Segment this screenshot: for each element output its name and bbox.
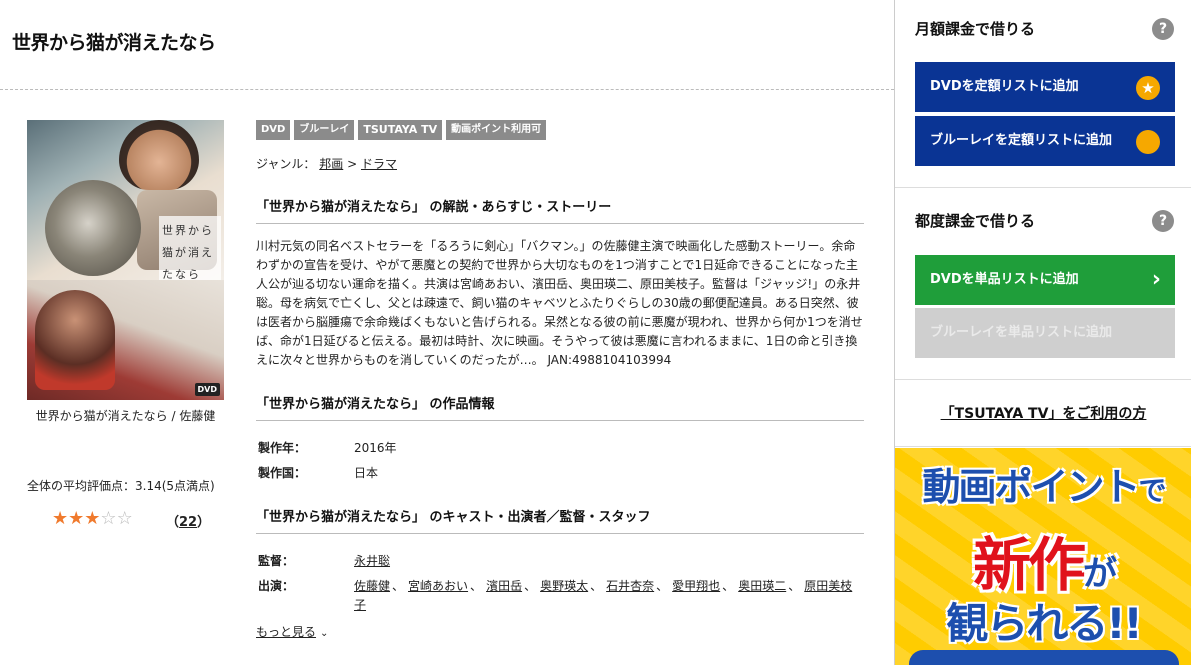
cast-member-link[interactable]: 奥野瑛太 [540,579,588,593]
cover-caption-text: 世界から 猫が消え たなら [159,216,221,290]
cast-member-link[interactable]: 愛甲翔也 [672,579,720,593]
sidebar-divider [895,446,1191,447]
star-filled-icon: ★ [84,508,101,529]
help-icon[interactable]: ? [1152,18,1174,40]
story-heading: 「世界から猫が消えたなら」 の解説・あらすじ・ストーリー [256,196,864,224]
cast-member-link[interactable]: 奥田瑛二 [738,579,786,593]
cover-cat [45,180,141,276]
help-icon[interactable]: ? [1152,210,1174,232]
average-rating-text: 全体の平均評価点：3.14(5点満点) [27,479,215,493]
info-heading: 「世界から猫が消えたなら」 の作品情報 [256,393,864,421]
director-label: 監督： [258,554,295,568]
star-empty-icon: ☆ [100,508,117,529]
banner-date-pill [909,650,1179,665]
video-points-banner[interactable]: 動画ポイントで 新作が 観られる!! [895,448,1191,665]
add-bluray-monthly-button[interactable]: ブルーレイを定額リストに追加 [915,116,1175,166]
page-title: 世界から猫が消えたなら [12,32,216,54]
rental-sidebar: 月額課金で借りる ? DVDを定額リストに追加 ★ ブルーレイを定額リストに追加… [894,0,1191,665]
chevron-right-icon: › [1151,267,1161,292]
cast-separator: 、 [524,579,537,593]
cast-member-link[interactable]: 宮崎あおい [408,579,468,593]
cast-separator: 、 [392,579,405,593]
sidebar-divider [895,187,1191,188]
story-text: 川村元気の同名ベストセラーを「るろうに剣心」「バクマン。」の佐藤健主演で映画化し… [256,239,863,367]
cast-separator: 、 [470,579,483,593]
badge-tsutaya-tv: TSUTAYA TV [358,120,443,140]
banner-line3: 観られる!! [946,599,1142,648]
add-dvd-single-button[interactable]: DVDを単品リストに追加 › [915,255,1175,305]
single-rental-heading: 都度課金で借りる [915,212,1036,230]
cast-label: 出演： [258,579,295,593]
title-divider [0,89,894,90]
format-badges: DVD ブルーレイ TSUTAYA TV 動画ポイント利用可 [256,120,547,140]
country-label: 製作国： [258,466,307,480]
cast-list: 佐藤健、宮崎あおい、濱田岳、奥野瑛太、石井杏奈、愛甲翔也、奥田瑛二、原田美枝子 [354,577,864,615]
main-content: 世界から猫が消えたなら 世界から 猫が消え たなら DVD 世界から猫が消えたな… [0,0,894,665]
genre-link-hogaku[interactable]: 邦画 [319,157,343,171]
cast-separator: 、 [788,579,801,593]
sidebar-divider [895,379,1191,380]
cast-member-link[interactable]: 石井杏奈 [606,579,654,593]
cast-separator: 、 [590,579,603,593]
review-count-link[interactable]: 22 [179,515,197,530]
star-icon: ★ [1136,76,1160,100]
year-label: 製作年： [258,441,307,455]
cast-member-link[interactable]: 佐藤健 [354,579,390,593]
cast-separator: 、 [722,579,735,593]
badge-bluray: ブルーレイ [294,120,355,140]
monthly-rental-heading: 月額課金で借りる [915,20,1036,38]
star-filled-icon: ★ [68,508,85,529]
star-empty-icon: ☆ [116,508,133,529]
cover-actor [119,120,199,190]
chevron-down-icon: ⌄ [320,628,329,639]
add-bluray-single-button-disabled[interactable]: ブルーレイを単品リストに追加 [915,308,1175,358]
show-more-link[interactable]: もっと見る ⌄ [256,623,328,640]
circle-icon [1136,130,1160,154]
badge-dvd: DVD [256,120,291,140]
country-value: 日本 [354,466,379,480]
banner-line1: 動画ポイントで [922,465,1166,509]
cast-member-link[interactable]: 濱田岳 [486,579,522,593]
genre-breadcrumb: ジャンル： 邦画 > ドラマ [256,157,397,171]
cast-heading: 「世界から猫が消えたなら」 のキャスト・出演者／監督・スタッフ [256,506,864,534]
tsutaya-tv-link[interactable]: 「TSUTAYA TV」をご利用の方 [895,403,1191,423]
cover-actress [35,290,115,390]
genre-link-drama[interactable]: ドラマ [361,157,397,171]
director-link[interactable]: 永井聡 [354,552,390,569]
star-rating: ★★★☆☆ [52,508,133,529]
add-dvd-monthly-button[interactable]: DVDを定額リストに追加 ★ [915,62,1175,112]
badge-video-points: 動画ポイント利用可 [446,120,547,140]
cover-label: 世界から猫が消えたなら / 佐藤健 [35,409,216,423]
dvd-logo: DVD [194,383,220,396]
review-count: （22） [166,515,211,530]
cover-image[interactable]: 世界から 猫が消え たなら DVD [27,120,224,400]
star-filled-icon: ★ [52,508,69,529]
year-value: 2016年 [354,441,397,455]
cast-separator: 、 [656,579,669,593]
